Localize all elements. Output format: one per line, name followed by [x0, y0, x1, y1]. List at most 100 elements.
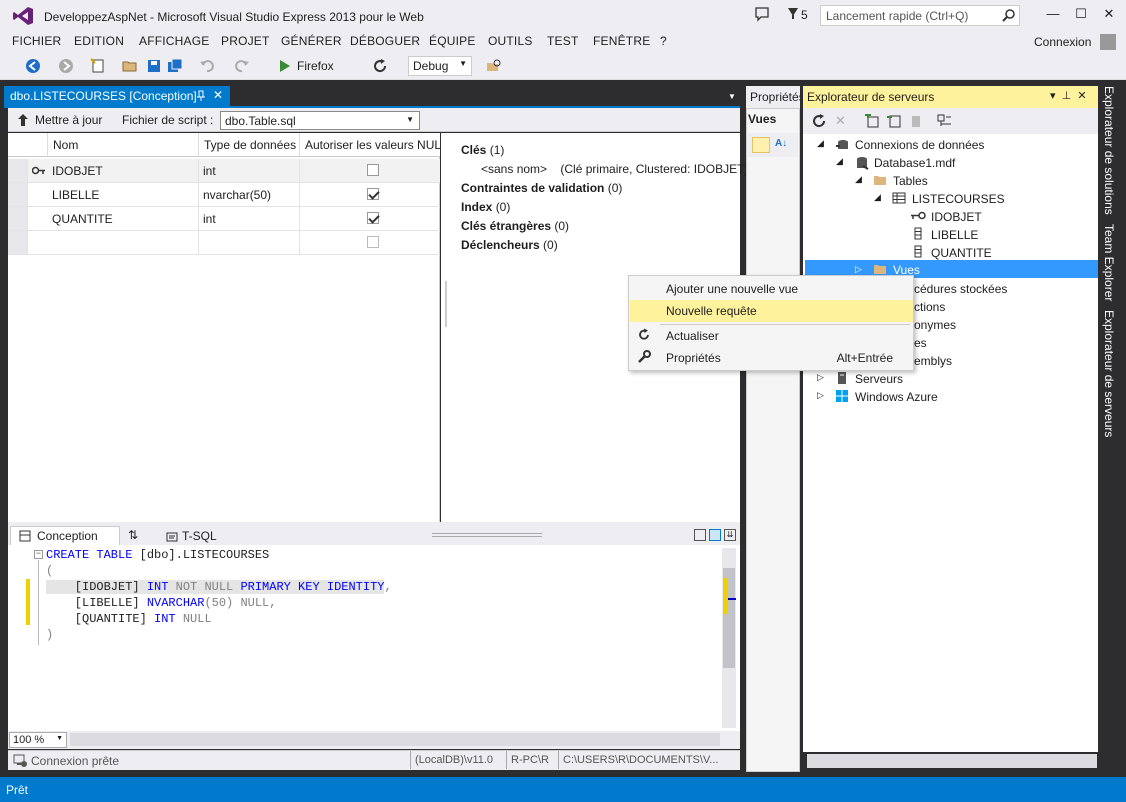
pin-icon[interactable] [196, 90, 206, 102]
find-in-files-icon[interactable] [486, 58, 502, 74]
cell-name[interactable]: IDOBJET [48, 159, 199, 182]
configuration-select[interactable]: Debug ▼ [408, 56, 472, 76]
keys-section[interactable]: Clés (1) [461, 143, 504, 157]
menu-equipe[interactable]: ÉQUIPE [429, 34, 476, 48]
refresh-icon[interactable] [811, 114, 827, 128]
side-tab-server-explorer[interactable]: Explorateur de serveurs [1102, 310, 1116, 437]
expand-arrow-icon[interactable]: ▷ [817, 372, 824, 383]
swap-panes-button[interactable]: ⇅ [128, 528, 138, 542]
save-all-icon[interactable] [167, 58, 183, 74]
cell-name[interactable]: QUANTITE [48, 207, 199, 230]
tree-item-servers[interactable]: Serveurs [855, 370, 903, 388]
tree-item-connections[interactable]: Connexions de données [855, 136, 984, 154]
cell-type[interactable]: int [199, 159, 300, 182]
code-line-2[interactable]: ( [46, 564, 53, 578]
menu-item-new-query[interactable]: Nouvelle requête [630, 300, 913, 322]
cell-type[interactable] [199, 231, 300, 254]
tab-tsql[interactable]: T-SQL [152, 528, 226, 545]
menu-item-refresh[interactable]: Actualiser [630, 325, 913, 347]
alphabetical-sort-icon[interactable]: A↓ [775, 138, 787, 149]
minimize-button[interactable]: — [1040, 4, 1066, 24]
triggers-section[interactable]: Déclencheurs (0) [461, 238, 558, 252]
table-row[interactable]: LIBELLE nvarchar(50) [8, 183, 440, 207]
index-section[interactable]: Index (0) [461, 200, 510, 214]
feedback-icon[interactable] [754, 6, 770, 22]
properties-icon[interactable] [937, 114, 953, 128]
foreign-keys-section[interactable]: Clés étrangères (0) [461, 219, 569, 233]
menu-deboguer[interactable]: DÉBOGUER [350, 34, 420, 48]
table-row[interactable]: QUANTITE int [8, 207, 440, 231]
editor-horizontal-scrollbar[interactable] [70, 733, 720, 746]
connect-server-icon[interactable] [886, 114, 902, 128]
primary-key-entry[interactable]: <sans nom> (Clé primaire, Clustered: IDO… [481, 162, 748, 176]
menu-projet[interactable]: PROJET [221, 34, 270, 48]
table-row[interactable]: IDOBJET int [8, 159, 440, 183]
redo-icon[interactable] [234, 58, 250, 74]
menu-generer[interactable]: GÉNÉRER [281, 34, 342, 48]
expand-arrow-icon[interactable]: ▷ [817, 390, 824, 401]
row-selector[interactable] [8, 231, 28, 254]
cell-name[interactable]: LIBELLE [48, 183, 199, 206]
search-icon[interactable] [1002, 8, 1016, 22]
update-arrow-icon[interactable] [17, 113, 29, 127]
splitter-grip[interactable] [432, 533, 542, 537]
cell-nullable[interactable] [300, 231, 440, 254]
tree-item-types[interactable]: es [914, 334, 927, 352]
nullable-checkbox[interactable] [367, 236, 379, 248]
editor-vertical-scrollbar[interactable] [722, 548, 736, 728]
collapse-arrow-icon[interactable]: ◢ [836, 156, 843, 167]
zoom-select[interactable]: 100 % ▼ [9, 732, 67, 748]
script-file-select[interactable]: dbo.Table.sql ▼ [220, 111, 420, 130]
code-line-5[interactable]: [QUANTITE] INT NULL [46, 612, 212, 626]
connect-database-icon[interactable] [864, 114, 880, 128]
cell-nullable[interactable] [300, 207, 440, 230]
collapse-arrow-icon[interactable]: ◢ [817, 138, 824, 149]
tree-item-azure[interactable]: Windows Azure [855, 388, 938, 406]
tree-item-synonyms[interactable]: onymes [914, 316, 956, 334]
side-tab-team-explorer[interactable]: Team Explorer [1102, 224, 1116, 301]
cell-nullable[interactable] [300, 159, 440, 182]
cell-type[interactable]: int [199, 207, 300, 230]
tree-item-database[interactable]: Database1.mdf [874, 154, 955, 172]
nullable-checkbox[interactable] [367, 212, 379, 224]
user-avatar-icon[interactable] [1100, 34, 1116, 50]
table-row[interactable] [8, 231, 440, 255]
row-selector[interactable] [8, 159, 28, 182]
menu-item-add-view[interactable]: Ajouter une nouvelle vue [630, 278, 913, 300]
menu-help[interactable]: ? [660, 34, 667, 48]
tree-item-functions[interactable]: ctions [914, 298, 945, 316]
forward-icon[interactable] [58, 58, 74, 74]
menu-fichier[interactable]: FICHIER [12, 34, 61, 48]
sign-in-link[interactable]: Connexion [1034, 35, 1091, 49]
new-project-icon[interactable] [90, 58, 106, 74]
menu-outils[interactable]: OUTILS [488, 34, 533, 48]
pane-splitter-grip[interactable] [445, 281, 447, 327]
collapse-arrow-icon[interactable]: ◢ [874, 192, 881, 203]
row-selector[interactable] [8, 207, 28, 230]
start-debug-icon[interactable] [277, 58, 293, 74]
close-tab-icon[interactable]: ✕ [213, 88, 223, 102]
open-icon[interactable] [122, 58, 138, 74]
tree-item-table[interactable]: LISTECOURSES [912, 190, 1005, 208]
menu-affichage[interactable]: AFFICHAGE [139, 34, 209, 48]
collapse-pane-icon[interactable]: ⇊ [724, 529, 736, 541]
menu-test[interactable]: TEST [547, 34, 578, 48]
back-icon[interactable] [25, 58, 41, 74]
delete-icon[interactable] [908, 114, 924, 128]
nullable-checkbox[interactable] [367, 188, 379, 200]
cell-name[interactable] [48, 231, 199, 254]
expand-arrow-icon[interactable]: ▷ [855, 264, 862, 275]
code-line-6[interactable]: ) [46, 628, 53, 642]
side-tab-solution-explorer[interactable]: Explorateur de solutions [1102, 86, 1116, 215]
undo-icon[interactable] [199, 58, 215, 74]
menu-edition[interactable]: EDITION [74, 34, 124, 48]
horizontal-split-icon[interactable] [709, 529, 721, 541]
notification-flag-icon[interactable] [787, 6, 799, 20]
notification-count[interactable]: 5 [801, 8, 808, 22]
collapse-arrow-icon[interactable]: ◢ [855, 174, 862, 185]
close-button[interactable]: ✕ [1096, 4, 1122, 24]
tree-item-column[interactable]: LIBELLE [931, 226, 978, 244]
browser-selector[interactable]: Firefox [297, 59, 334, 73]
tree-item-column[interactable]: IDOBJET [931, 208, 982, 226]
save-icon[interactable] [146, 58, 162, 74]
